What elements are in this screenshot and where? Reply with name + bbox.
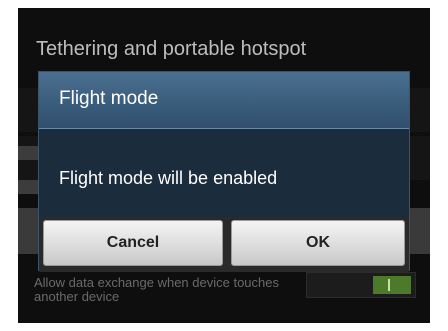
dialog-button-bar: Cancel OK: [39, 217, 409, 272]
dialog-title: Flight mode: [59, 88, 159, 109]
dialog-message: Flight mode will be enabled: [59, 168, 278, 188]
toggle-thumb: [373, 276, 411, 294]
dialog-header: Flight mode: [39, 72, 409, 129]
settings-screen: Tethering and portable hotspot Allow dat…: [18, 8, 430, 323]
flight-mode-dialog: Flight mode Flight mode will be enabled …: [38, 71, 410, 272]
nfc-toggle[interactable]: [306, 272, 416, 298]
cancel-button[interactable]: Cancel: [43, 220, 223, 266]
background-description: Allow data exchange when device touches …: [34, 275, 279, 304]
ok-button[interactable]: OK: [231, 220, 405, 266]
background-title: Tethering and portable hotspot: [36, 38, 307, 60]
toggle-on-icon: [388, 279, 390, 291]
